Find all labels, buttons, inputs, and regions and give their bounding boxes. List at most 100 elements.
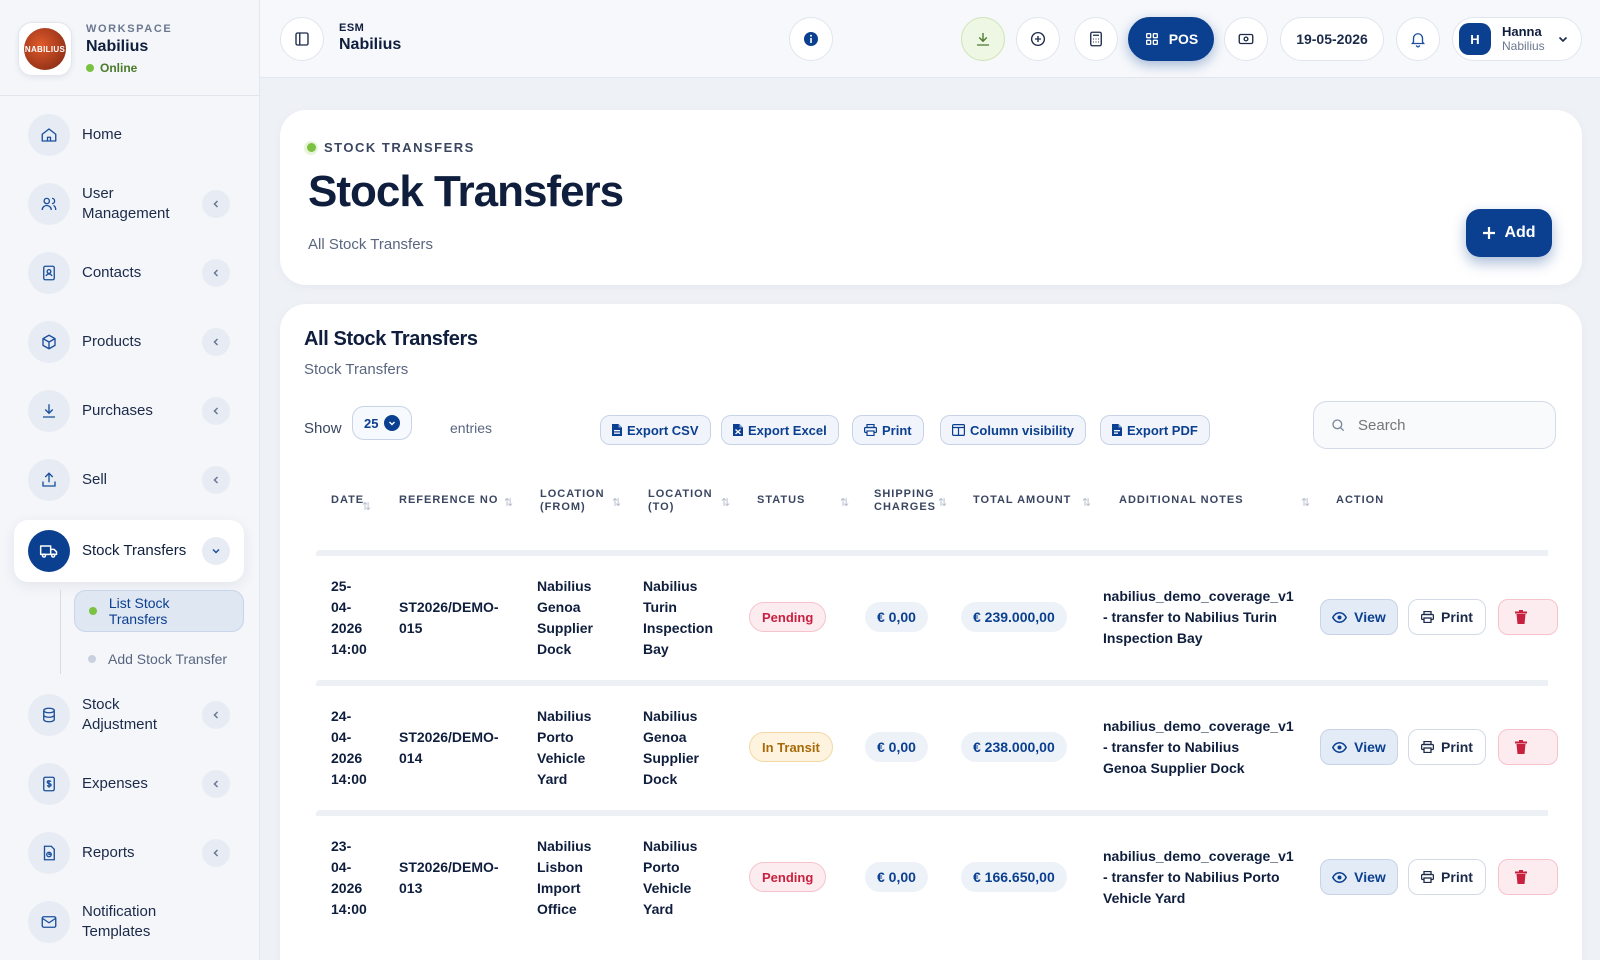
download-icon <box>28 390 70 432</box>
sidebar-item-purchases[interactable]: Purchases <box>14 388 244 434</box>
sidebar-item-notification-templates[interactable]: Notification Templates <box>14 899 244 945</box>
column-visibility-button[interactable]: Column visibility <box>940 415 1087 445</box>
view-button[interactable]: View <box>1320 599 1398 635</box>
sidebar-item-label: Purchases <box>82 402 153 419</box>
submenu-list-stock-transfers[interactable]: List Stock Transfers <box>74 590 244 632</box>
download-button[interactable] <box>961 17 1005 61</box>
sidebar-item-reports[interactable]: Reports <box>14 830 244 876</box>
print-row-button[interactable]: Print <box>1408 599 1486 635</box>
notifications-button[interactable] <box>1396 17 1440 61</box>
add-button[interactable]: Add <box>1466 209 1552 257</box>
upload-icon <box>28 459 70 501</box>
chevron-left-icon[interactable] <box>202 328 230 356</box>
topbar-caption: ESM <box>339 22 365 34</box>
sidebar-item-label: Sell <box>82 471 108 488</box>
cell-notes: nabilius_demo_coverage_v1- transfer to N… <box>1103 718 1294 776</box>
sidebar-toggle-button[interactable] <box>280 17 324 61</box>
chevron-left-icon[interactable] <box>202 397 230 425</box>
print-label: Print <box>1441 609 1473 625</box>
export-csv-button[interactable]: Export CSV <box>600 415 711 445</box>
pos-label: POS <box>1168 31 1199 47</box>
date-display[interactable]: 19-05-2026 <box>1280 17 1384 61</box>
view-button[interactable]: View <box>1320 859 1398 895</box>
sort-icon[interactable]: ⇅ <box>1301 496 1310 509</box>
cash-register-button[interactable] <box>1224 17 1268 61</box>
plus-icon <box>1483 227 1496 239</box>
delete-button[interactable] <box>1498 859 1558 895</box>
submenu-label: List Stock Transfers <box>108 595 170 627</box>
search-box[interactable] <box>1313 401 1556 449</box>
cell-shipping: € 0,00 <box>865 732 928 762</box>
printer-icon <box>1421 871 1435 883</box>
delete-button[interactable] <box>1498 599 1558 635</box>
sidebar-item-contacts[interactable]: Contacts <box>14 250 244 296</box>
print-label: Print <box>1441 739 1473 755</box>
sort-icon[interactable]: ⇅ <box>504 496 513 509</box>
sidebar-item-stock-adjustment[interactable]: Stock Adjustment <box>14 692 244 738</box>
sort-icon[interactable]: ⇅ <box>721 496 730 509</box>
sidebar-item-sell[interactable]: Sell <box>14 457 244 503</box>
column-header-total[interactable]: TOTAL AMOUNT <box>973 494 1071 507</box>
view-label: View <box>1354 869 1386 885</box>
sort-icon[interactable]: ⇅ <box>612 496 621 509</box>
eye-icon <box>1332 611 1348 623</box>
sidebar-item-stock-transfers[interactable]: Stock Transfers <box>14 520 244 582</box>
chevron-left-icon[interactable] <box>202 839 230 867</box>
topbar-business-name: Nabilius <box>339 36 402 53</box>
user-menu[interactable]: H Hanna Nabilius <box>1452 17 1582 61</box>
sidebar-item-home[interactable]: Home <box>14 112 244 158</box>
report-icon <box>28 832 70 874</box>
table-card-title: All Stock Transfers <box>304 328 478 350</box>
chevron-left-icon[interactable] <box>202 466 230 494</box>
chevron-left-icon[interactable] <box>202 190 230 218</box>
stock-transfers-submenu: List Stock Transfers Add Stock Transfer <box>60 590 244 680</box>
print-row-button[interactable]: Print <box>1408 729 1486 765</box>
chevron-left-icon[interactable] <box>202 770 230 798</box>
info-button[interactable] <box>789 17 833 61</box>
calculator-button[interactable] <box>1074 17 1118 61</box>
sort-icon[interactable]: ⇅ <box>938 496 947 509</box>
printer-icon <box>1421 611 1435 623</box>
workspace-switcher[interactable]: NABILIUS WORKSPACE Nabilius Online <box>18 22 172 76</box>
column-header-location-to[interactable]: LOCATION (TO) <box>648 488 718 514</box>
sort-icon[interactable]: ⇅ <box>1082 496 1091 509</box>
calculator-icon <box>1090 31 1102 47</box>
cell-total: € 239.000,00 <box>961 602 1067 632</box>
search-input[interactable] <box>1358 416 1538 434</box>
pos-button[interactable]: POS <box>1128 17 1214 61</box>
export-excel-button[interactable]: Export Excel <box>721 415 839 445</box>
print-row-button[interactable]: Print <box>1408 859 1486 895</box>
chevron-down-icon[interactable] <box>202 537 230 565</box>
print-label: Print <box>1441 869 1473 885</box>
cell-location-to: Nabilius Genoa Supplier Dock <box>643 708 700 787</box>
submenu-label: Add Stock Transfer <box>108 651 228 667</box>
online-dot-icon <box>86 64 94 72</box>
column-header-reference[interactable]: REFERENCE NO <box>399 494 498 507</box>
export-pdf-button[interactable]: Export PDF <box>1100 415 1210 445</box>
sidebar-item-products[interactable]: Products <box>14 319 244 365</box>
sort-icon[interactable]: ⇅ <box>840 496 849 509</box>
column-header-notes[interactable]: ADDITIONAL NOTES <box>1119 494 1244 507</box>
column-header-date[interactable]: DATE <box>331 494 364 507</box>
page-size-select[interactable]: 25 <box>352 406 412 440</box>
column-header-status[interactable]: STATUS <box>757 494 805 507</box>
column-header-location-from[interactable]: LOCATION (FROM) <box>540 488 610 514</box>
eyebrow: STOCK TRANSFERS <box>304 140 475 155</box>
print-button[interactable]: Print <box>852 415 924 445</box>
sidebar-item-expenses[interactable]: Expenses <box>14 761 244 807</box>
chevron-left-icon[interactable] <box>202 259 230 287</box>
download-icon <box>977 33 989 46</box>
delete-button[interactable] <box>1498 729 1558 765</box>
view-button[interactable]: View <box>1320 729 1398 765</box>
sort-icon[interactable]: ⇅ <box>362 500 371 513</box>
sidebar: NABILIUS WORKSPACE Nabilius Online Home … <box>0 0 260 960</box>
page-size-value: 25 <box>364 415 379 431</box>
printer-icon <box>1421 741 1435 753</box>
column-header-shipping[interactable]: SHIPPING CHARGES <box>874 488 944 514</box>
submenu-add-stock-transfer[interactable]: Add Stock Transfer <box>74 638 244 680</box>
box-icon <box>28 321 70 363</box>
chevron-left-icon[interactable] <box>202 701 230 729</box>
sidebar-item-user-management[interactable]: User Management <box>14 181 244 227</box>
add-circle-button[interactable] <box>1016 17 1060 61</box>
receipt-icon <box>28 763 70 805</box>
